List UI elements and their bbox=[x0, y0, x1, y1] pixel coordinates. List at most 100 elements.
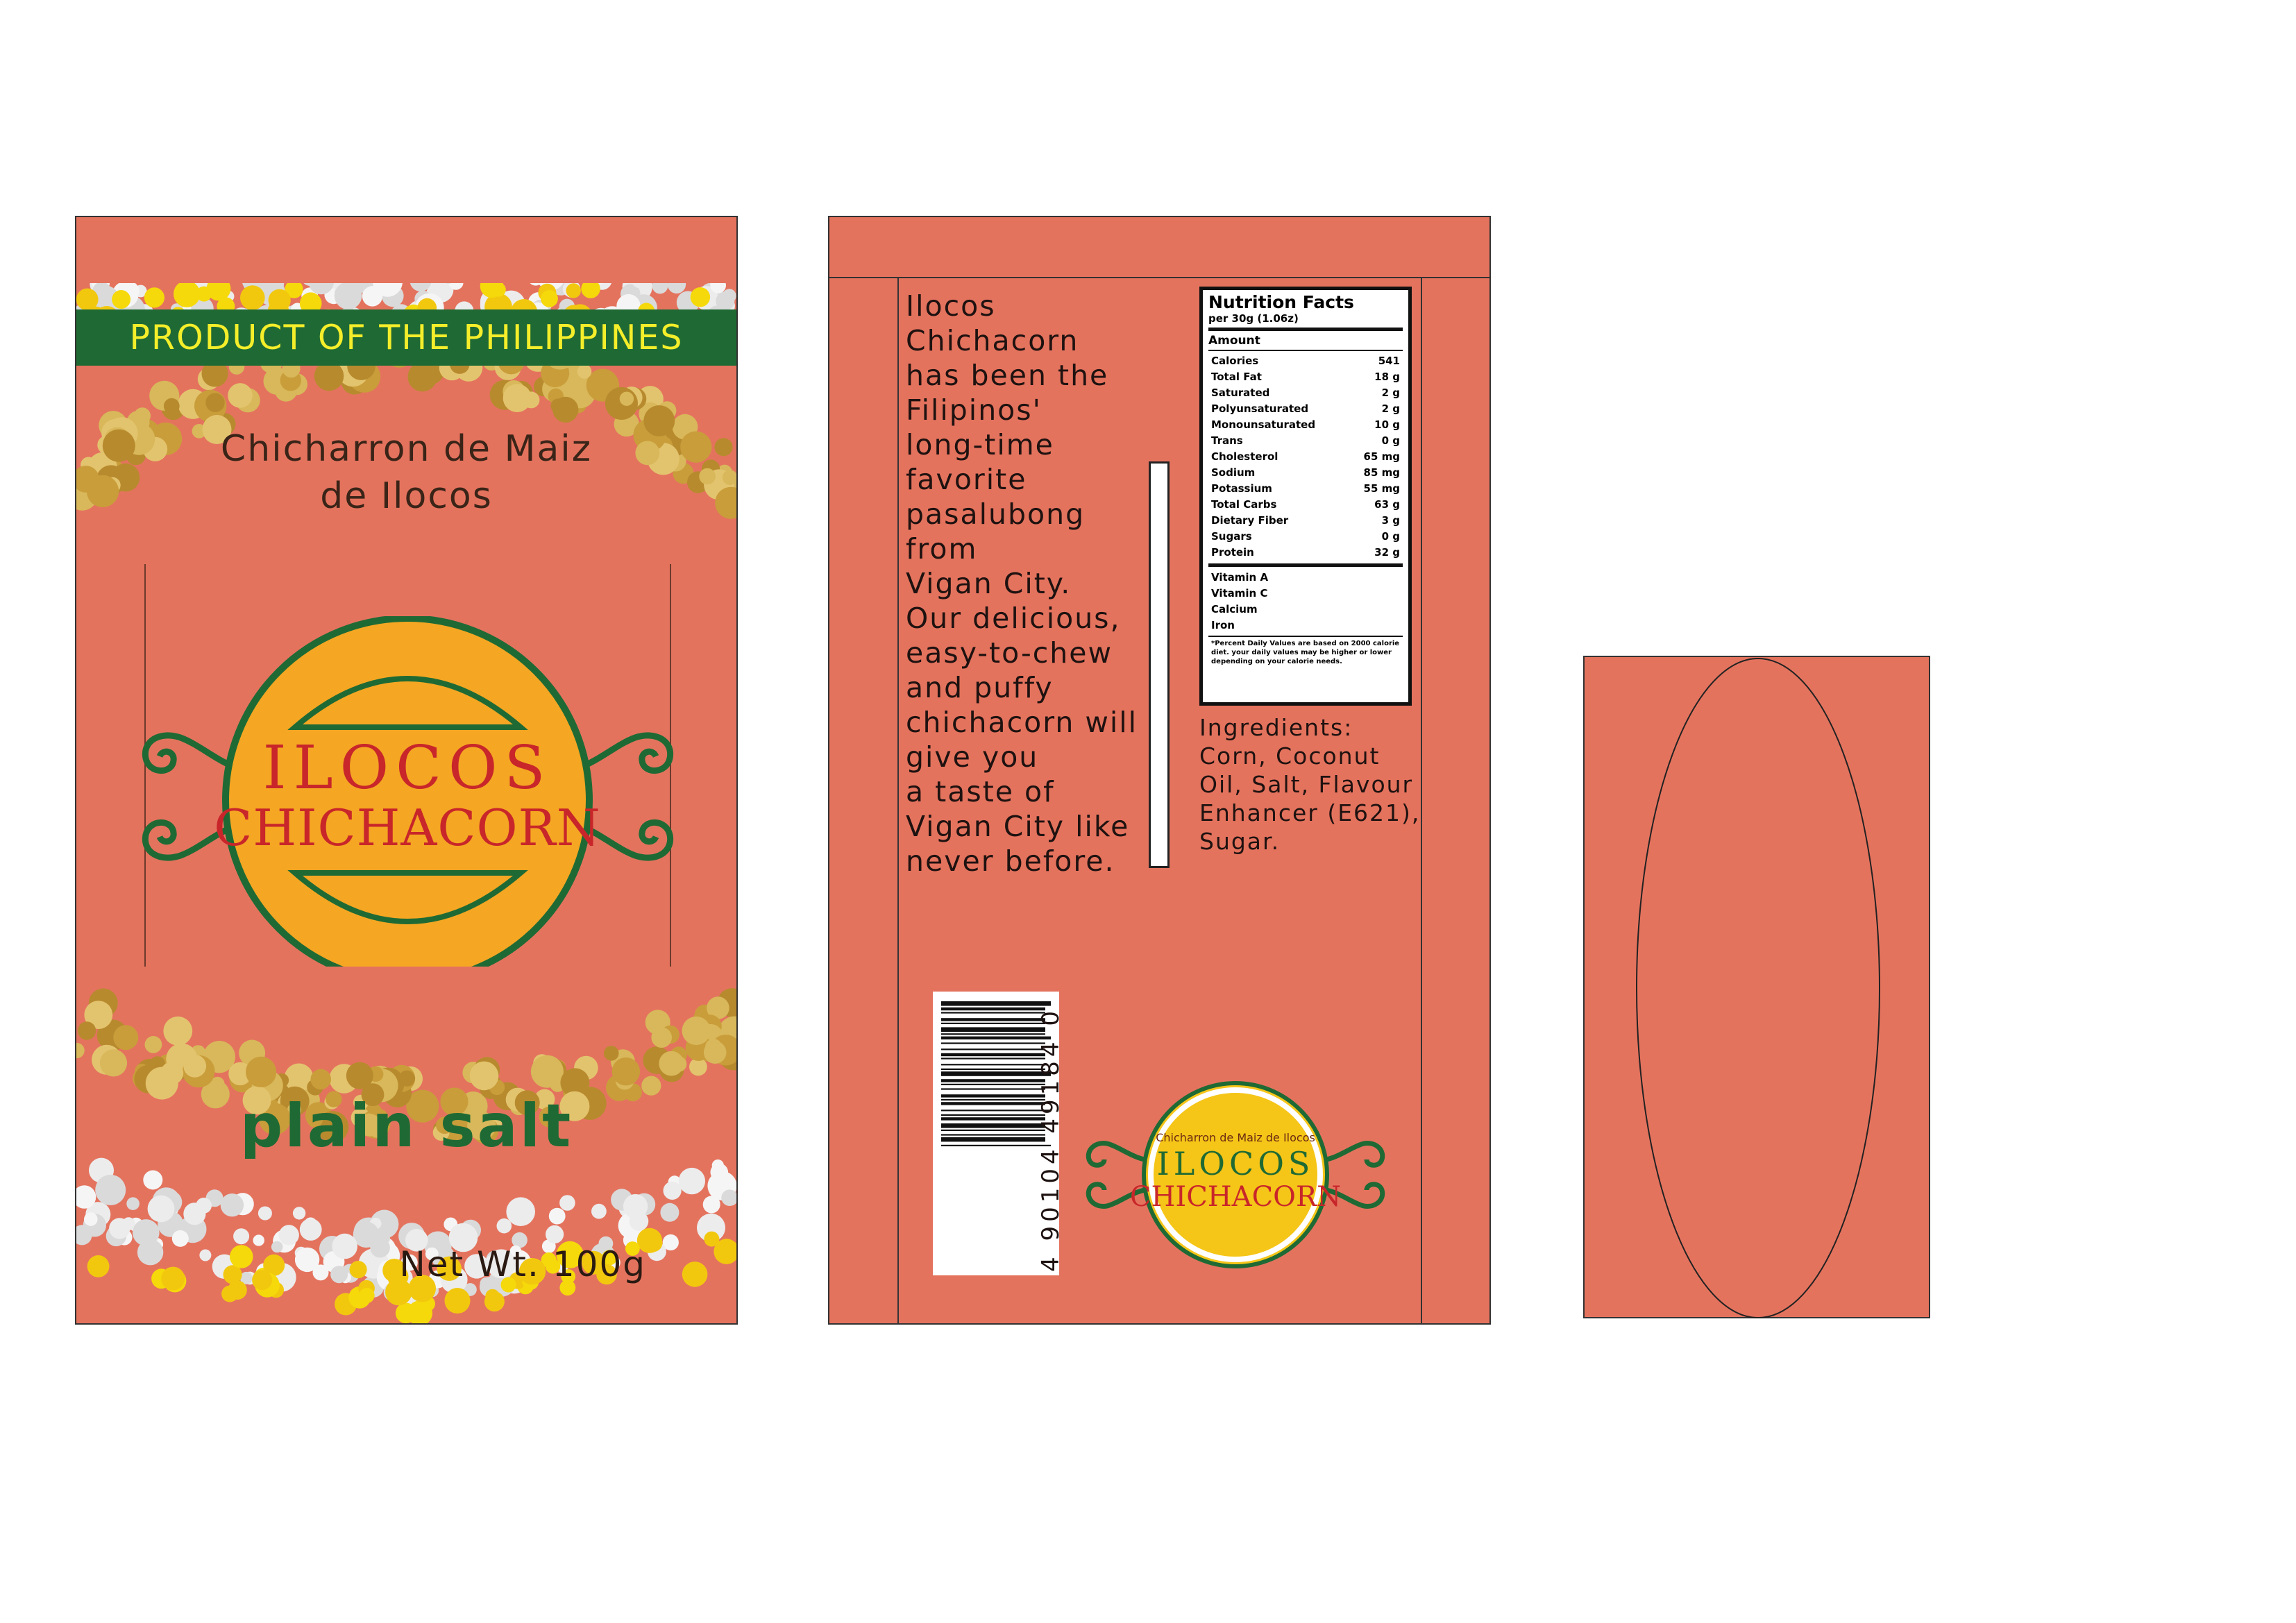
story-line: Our delicious, bbox=[906, 602, 1121, 635]
nutrition-amount-label: Amount bbox=[1208, 334, 1260, 348]
salt-texture-image bbox=[496, 1218, 512, 1234]
back-panel: Ilocos Chichacorn has been the Filipinos' lo… bbox=[828, 216, 1491, 1325]
salt-texture-image bbox=[258, 1206, 272, 1221]
nutrition-row: Potassium 55 mg bbox=[1211, 481, 1400, 497]
corn-texture-image bbox=[659, 1051, 684, 1076]
salt-texture-image bbox=[559, 1195, 575, 1211]
corn-texture-image bbox=[682, 1016, 711, 1046]
salt-texture-image bbox=[84, 1212, 98, 1226]
story-line: Vigan City. bbox=[906, 567, 1072, 600]
salt-texture-image bbox=[233, 1228, 250, 1245]
salt-texture-image bbox=[143, 1170, 163, 1190]
barcode-bar bbox=[941, 1088, 1045, 1090]
corn-texture-image bbox=[541, 290, 558, 307]
story-line: Ilocos bbox=[906, 289, 996, 323]
corn-texture-image bbox=[228, 383, 253, 408]
front-top-band bbox=[76, 217, 736, 284]
salt-texture-image bbox=[292, 1207, 306, 1220]
vitamin-row: Iron bbox=[1211, 619, 1235, 631]
corn-texture-image bbox=[444, 1288, 471, 1314]
corn-texture-image bbox=[619, 391, 634, 406]
barcode-bar bbox=[941, 1053, 1045, 1057]
salt-texture-image bbox=[278, 1225, 299, 1246]
story-line: give you bbox=[906, 740, 1039, 774]
corn-texture-image bbox=[134, 407, 151, 425]
barcode-bar bbox=[941, 1042, 1045, 1044]
corn-texture-image bbox=[240, 285, 265, 310]
corn-texture-image bbox=[112, 290, 131, 309]
barcode-bar bbox=[941, 1083, 1045, 1085]
barcode-bar bbox=[941, 1033, 1045, 1035]
nutrient-name: Total Carbs bbox=[1211, 498, 1277, 511]
salt-texture-image bbox=[663, 1181, 682, 1200]
corn-texture-image bbox=[99, 1049, 128, 1077]
salt-texture-image bbox=[332, 1233, 357, 1259]
nutrient-value: 18 g bbox=[1374, 371, 1400, 383]
story-line: has been the bbox=[906, 359, 1109, 392]
barcode-bar bbox=[941, 1137, 1045, 1142]
flavor-label: plain salt bbox=[239, 1091, 573, 1161]
nutrition-row: Total Fat 18 g bbox=[1211, 369, 1400, 385]
salt-texture-image bbox=[147, 1195, 175, 1223]
nutrition-row: Dietary Fiber 3 g bbox=[1211, 513, 1400, 529]
corn-texture-image bbox=[349, 1261, 367, 1279]
salt-texture-image bbox=[330, 1266, 348, 1284]
nutrition-row: Total Carbs 63 g bbox=[1211, 497, 1400, 513]
mini-logo-line-1: ILOCOS bbox=[1157, 1145, 1315, 1182]
story-line: chichacorn will bbox=[906, 706, 1138, 739]
back-fold-line-left bbox=[897, 277, 899, 1325]
barcode-bar bbox=[941, 1018, 1045, 1021]
corn-texture-image bbox=[469, 1061, 499, 1091]
nutrient-name: Calories bbox=[1211, 355, 1259, 367]
corn-texture-image bbox=[183, 1054, 207, 1078]
nutrition-serving: per 30g (1.06z) bbox=[1208, 312, 1299, 325]
ingredients-line: Enhancer (E621), bbox=[1199, 799, 1421, 826]
ingredients-line: Corn, Coconut bbox=[1199, 742, 1381, 770]
vitamin-row: Vitamin C bbox=[1211, 587, 1268, 600]
ingredients: Ingredients: Corn, Coconut Oil, Salt, Flav… bbox=[1199, 713, 1421, 856]
ingredients-line: Ingredients: bbox=[1199, 714, 1353, 741]
barcode-bar bbox=[941, 1007, 1045, 1011]
barcode-number-text: 4 90104 49184 0 bbox=[1037, 1007, 1065, 1272]
nutrient-name: Polyunsaturated bbox=[1211, 402, 1309, 415]
barcode-bar bbox=[941, 1079, 1045, 1082]
corn-texture-image bbox=[113, 1025, 139, 1051]
corn-texture-image bbox=[720, 1248, 736, 1264]
nutrient-value: 10 g bbox=[1374, 418, 1400, 431]
salt-texture-image bbox=[183, 1203, 206, 1225]
story-line: a taste of bbox=[906, 775, 1055, 808]
salt-texture-image bbox=[546, 1225, 564, 1243]
nutrition-row: Protein 32 g bbox=[1211, 545, 1400, 561]
salt-texture-image bbox=[126, 1197, 140, 1210]
corn-texture-image bbox=[230, 1245, 253, 1268]
nutrient-name: Potassium bbox=[1211, 482, 1272, 495]
origin-label: PRODUCT OF THE PHILIPPINES bbox=[129, 318, 684, 357]
salt-texture-image bbox=[721, 1189, 736, 1206]
brand-line-1: ILOCOS bbox=[263, 733, 552, 803]
nutrient-name: Sodium bbox=[1211, 466, 1256, 479]
salt-texture-image bbox=[678, 1167, 705, 1195]
nutrient-name: Cholesterol bbox=[1211, 450, 1278, 463]
corn-texture-image bbox=[160, 1062, 184, 1085]
salt-texture-image bbox=[95, 1175, 126, 1205]
nutrient-value: 541 bbox=[1378, 355, 1400, 367]
salt-texture-image bbox=[253, 1234, 264, 1246]
nutrition-row: Calories 541 bbox=[1211, 353, 1400, 369]
corn-texture-image bbox=[550, 398, 566, 414]
barcode-bar bbox=[941, 1098, 1045, 1101]
nutrition-row: Sugars 0 g bbox=[1211, 529, 1400, 545]
vitamin-row: Calcium bbox=[1211, 603, 1258, 615]
nutrition-footnote: *Percent Daily Values are based on 2000 … bbox=[1211, 640, 1400, 665]
nutrient-name: Total Fat bbox=[1211, 371, 1262, 383]
corn-texture-image bbox=[87, 1255, 110, 1277]
product-subtitle: Chicharron de Maiz de Ilocos bbox=[76, 425, 736, 520]
story-line: pasalubong bbox=[906, 498, 1086, 531]
corn-texture-image bbox=[703, 1041, 727, 1064]
front-panel: PRODUCT OF THE PHILIPPINES Chicharron de… bbox=[75, 216, 738, 1325]
salt-texture-image bbox=[548, 1207, 566, 1225]
story-line: and puffy bbox=[906, 671, 1054, 704]
vitamin-row: Vitamin A bbox=[1211, 571, 1269, 584]
nutrient-value: 2 g bbox=[1381, 386, 1400, 399]
nutrient-name: Saturated bbox=[1211, 386, 1270, 399]
barcode-bar bbox=[941, 1027, 1045, 1032]
